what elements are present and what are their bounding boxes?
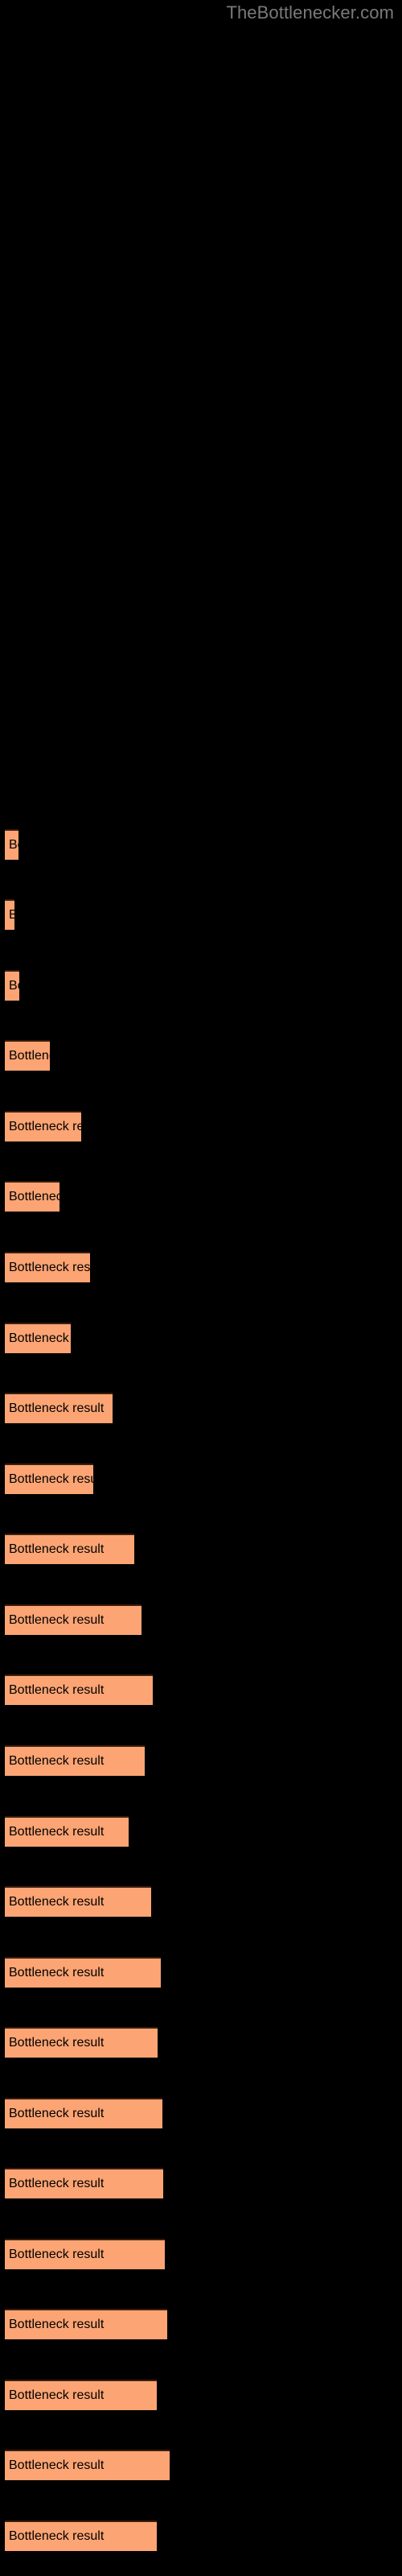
- bar-label: Bottleneck result: [9, 2177, 105, 2190]
- chart-bar[interactable]: Bottleneck result: [5, 1252, 90, 1282]
- horizontal-bar-chart: Bottleneck result Bottleneck result Bottle…: [0, 0, 402, 2576]
- chart-bar[interactable]: Bottleneck result: [5, 1111, 81, 1141]
- chart-bar[interactable]: Bottleneck result: [5, 1816, 129, 1847]
- bar-label: Bottleneck result: [9, 2107, 105, 2120]
- chart-bar[interactable]: Bottleneck result: [5, 970, 19, 1001]
- bar-label: Bottleneck result: [9, 2248, 105, 2261]
- chart-bar[interactable]: Bottleneck result: [5, 1463, 93, 1494]
- bar-label: Bottleneck result: [9, 1331, 71, 1345]
- bar-label: Bottleneck result: [9, 1895, 105, 1909]
- bar-label: Bottleneck result: [9, 1613, 105, 1627]
- bar-label: Bottleneck result: [9, 2529, 105, 2543]
- bar-label: Bottleneck result: [9, 1402, 105, 1415]
- chart-bar[interactable]: Bottleneck result: [5, 2380, 157, 2410]
- bar-label: Bottleneck result: [9, 1472, 93, 1486]
- bar-label: Bottleneck result: [9, 1966, 105, 1979]
- chart-bar[interactable]: Bottleneck result: [5, 829, 18, 860]
- bar-label: Bottleneck result: [9, 2388, 105, 2402]
- bar-label: Bottleneck result: [9, 2318, 105, 2331]
- chart-bar[interactable]: Bottleneck result: [5, 899, 14, 930]
- bar-label: Bottleneck result: [9, 838, 18, 852]
- chart-bar[interactable]: Bottleneck result: [5, 1604, 142, 1635]
- bar-label: Bottleneck result: [9, 1542, 105, 1556]
- chart-bar[interactable]: Bottleneck result: [5, 1323, 71, 1353]
- chart-bar[interactable]: Bottleneck result: [5, 1674, 153, 1705]
- chart-bar[interactable]: Bottleneck result: [5, 2450, 170, 2480]
- bar-label: Bottleneck result: [9, 908, 14, 923]
- bar-label: Bottleneck result: [9, 2458, 105, 2472]
- bar-label: Bottleneck result: [9, 2036, 105, 2050]
- bar-label: Bottleneck result: [9, 1261, 90, 1274]
- chart-bar[interactable]: Bottleneck result: [5, 1040, 50, 1071]
- chart-bar[interactable]: Bottleneck result: [5, 2309, 167, 2339]
- bar-label: Bottleneck result: [9, 1754, 105, 1768]
- chart-bar[interactable]: Bottleneck result: [5, 1534, 134, 1564]
- chart-bar[interactable]: Bottleneck result: [5, 1886, 151, 1917]
- bar-label: Bottleneck result: [9, 1120, 81, 1133]
- chart-bar[interactable]: Bottleneck result: [5, 2168, 163, 2198]
- bar-label: Bottleneck result: [9, 979, 19, 993]
- chart-bar[interactable]: Bottleneck result: [5, 1393, 113, 1423]
- bar-label: Bottleneck result: [9, 1190, 59, 1203]
- bar-label: Bottleneck result: [9, 1825, 105, 1839]
- chart-bar[interactable]: Bottleneck result: [5, 1181, 59, 1212]
- chart-bar[interactable]: Bottleneck result: [5, 2520, 157, 2551]
- bar-label: Bottleneck result: [9, 1049, 50, 1063]
- chart-bar[interactable]: Bottleneck result: [5, 1957, 161, 1988]
- chart-bar[interactable]: Bottleneck result: [5, 1745, 145, 1776]
- chart-bar[interactable]: Bottleneck result: [5, 2239, 165, 2269]
- chart-bar[interactable]: Bottleneck result: [5, 2027, 158, 2058]
- chart-bar[interactable]: Bottleneck result: [5, 2098, 162, 2128]
- bar-label: Bottleneck result: [9, 1683, 105, 1697]
